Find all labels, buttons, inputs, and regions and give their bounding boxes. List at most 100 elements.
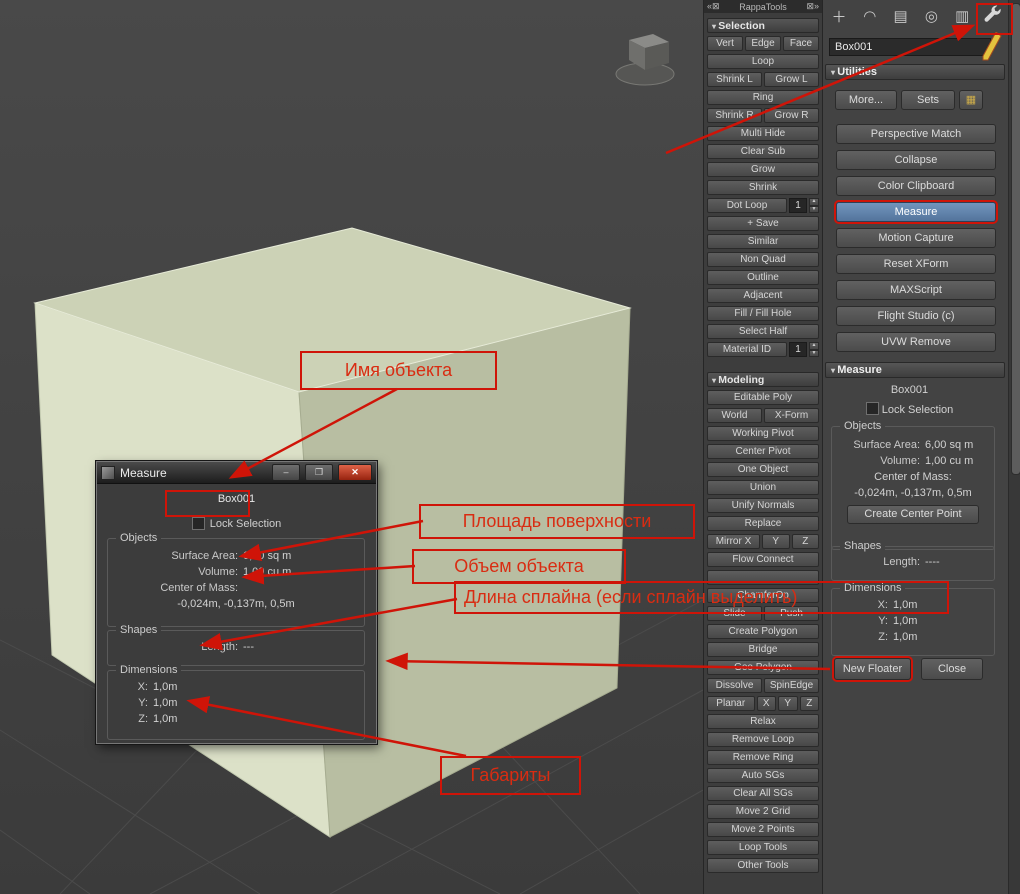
rt-button-spinedge[interactable]: SpinEdge	[764, 678, 819, 693]
rt-button-grow-r[interactable]: Grow R	[764, 108, 819, 123]
configure-button-sets-icon[interactable]: ▦	[959, 90, 983, 110]
rt-button-y[interactable]: Y	[762, 534, 790, 549]
rt-button-x-form[interactable]: X-Form	[764, 408, 819, 423]
hierarchy-icon[interactable]: ▤	[889, 7, 913, 25]
rt-button-adjacent[interactable]: Adjacent	[707, 288, 819, 303]
rt-button-remove-ring[interactable]: Remove Ring	[707, 750, 819, 765]
lock-selection-checkbox[interactable]	[191, 517, 205, 530]
rt-button-non-quad[interactable]: Non Quad	[707, 252, 819, 267]
rt-button-geo-polygon[interactable]: Geo Polygon	[707, 660, 819, 675]
object-name-field[interactable]	[829, 38, 991, 56]
rt-button-bridge[interactable]: Bridge	[707, 642, 819, 657]
maximize-button[interactable]: ❒	[305, 464, 333, 481]
rt-button-shrink-l[interactable]: Shrink L	[707, 72, 762, 87]
utility-button-reset-xform[interactable]: Reset XForm	[836, 254, 996, 274]
rt-button-other-tools[interactable]: Other Tools	[707, 858, 819, 873]
rt-button-flow-connect[interactable]: Flow Connect	[707, 552, 819, 567]
rt-button-shrink-r[interactable]: Shrink R	[707, 108, 762, 123]
rt-button-select-half[interactable]: Select Half	[707, 324, 819, 339]
rt-button-y[interactable]: Y	[778, 696, 798, 711]
rappatools-left-icons[interactable]: «⊠	[707, 1, 720, 12]
rt-button-move-2-points[interactable]: Move 2 Points	[707, 822, 819, 837]
section-header-modeling[interactable]: Modeling	[707, 372, 819, 387]
rt-button-one-object[interactable]: One Object	[707, 462, 819, 477]
rt-button-working-pivot[interactable]: Working Pivot	[707, 426, 819, 441]
rollout-volume-value: 1,00 cu m	[925, 455, 974, 467]
utility-button-maxscript[interactable]: MAXScript	[836, 280, 996, 300]
rt-button-auto-sgs[interactable]: Auto SGs	[707, 768, 819, 783]
rt-button-similar[interactable]: Similar	[707, 234, 819, 249]
viewport[interactable]: x	[0, 0, 703, 894]
rt-button-edge[interactable]: Edge	[745, 36, 781, 51]
rt-button-move-2-grid[interactable]: Move 2 Grid	[707, 804, 819, 819]
measure-rollout-header[interactable]: Measure	[825, 362, 1005, 378]
more-button[interactable]: More...	[835, 90, 897, 110]
rt-button-face[interactable]: Face	[783, 36, 819, 51]
display-icon[interactable]: ▥	[950, 7, 974, 25]
rt-button-outline[interactable]: Outline	[707, 270, 819, 285]
rt-button-clear-all-sgs[interactable]: Clear All SGs	[707, 786, 819, 801]
utility-button-color-clipboard[interactable]: Color Clipboard	[836, 176, 996, 196]
dim-x-label: X:	[137, 681, 148, 693]
rappatools-titlebar[interactable]: «⊠ RappaTools ⊠»	[704, 0, 822, 13]
rt-button-planar[interactable]: Planar	[707, 696, 755, 711]
utility-button-collapse[interactable]: Collapse	[836, 150, 996, 170]
sets-button[interactable]: Sets	[901, 90, 955, 110]
rt-button-material-id[interactable]: Material ID	[707, 342, 787, 357]
modify-icon[interactable]: ◠	[858, 7, 882, 25]
panel-scrollbar[interactable]	[1008, 0, 1020, 894]
rt-button-world[interactable]: World	[707, 408, 762, 423]
rt-button-editable-poly[interactable]: Editable Poly	[707, 390, 819, 405]
utility-button-uvw-remove[interactable]: UVW Remove	[836, 332, 996, 352]
dot-loop-value[interactable]: 1	[789, 198, 807, 213]
utilities-rollout-header[interactable]: Utilities	[825, 64, 1005, 80]
rt-button-unify-normals[interactable]: Unify Normals	[707, 498, 819, 513]
scrollbar-thumb[interactable]	[1011, 3, 1020, 475]
dim-z-label: Z:	[138, 713, 148, 725]
material-id-value[interactable]: 1	[789, 342, 807, 357]
utility-button-motion-capture[interactable]: Motion Capture	[836, 228, 996, 248]
highlight-box-wrench	[976, 3, 1013, 35]
create-center-point-button[interactable]: Create Center Point	[847, 505, 979, 524]
rt-button-union[interactable]: Union	[707, 480, 819, 495]
rt-button-remove-loop[interactable]: Remove Loop	[707, 732, 819, 747]
utility-button-perspective-match[interactable]: Perspective Match	[836, 124, 996, 144]
rt-button-center-pivot[interactable]: Center Pivot	[707, 444, 819, 459]
section-header-selection[interactable]: Selection	[707, 18, 819, 33]
rt-button-create-polygon[interactable]: Create Polygon	[707, 624, 819, 639]
rt-button-x[interactable]: X	[756, 696, 776, 711]
close-button[interactable]: Close	[921, 658, 983, 680]
rollout-lock-selection-checkbox[interactable]	[865, 402, 879, 415]
rt-button-dissolve[interactable]: Dissolve	[707, 678, 762, 693]
rt-button-multi-hide[interactable]: Multi Hide	[707, 126, 819, 141]
dot-loop-spinner[interactable]: ▲ ▼	[809, 198, 819, 213]
rt-button-dot-loop[interactable]: Dot Loop	[707, 198, 787, 213]
rt-button-shrink[interactable]: Shrink	[707, 180, 819, 195]
motion-icon[interactable]: ◎	[919, 7, 943, 25]
utility-button-measure[interactable]: Measure	[836, 202, 996, 222]
rt-button-save[interactable]: + Save	[707, 216, 819, 231]
minimize-button[interactable]: –	[272, 464, 300, 481]
command-panel: ＋ ◠ ▤ ◎ ▥ Utilities More... Sets ▦ Perspecti…	[822, 0, 1008, 894]
new-floater-button[interactable]: New Floater	[834, 658, 911, 680]
rt-button-loop[interactable]: Loop	[707, 54, 819, 69]
rt-button-mirror-x[interactable]: Mirror X	[707, 534, 760, 549]
rt-button-relax[interactable]: Relax	[707, 714, 819, 729]
rt-button-replace[interactable]: Replace	[707, 516, 819, 531]
rt-button-z[interactable]: Z	[799, 696, 819, 711]
rt-button-clear-sub[interactable]: Clear Sub	[707, 144, 819, 159]
utility-button-flight-studio-c[interactable]: Flight Studio (c)	[836, 306, 996, 326]
rt-button-grow-l[interactable]: Grow L	[764, 72, 819, 87]
rt-button-loop-tools[interactable]: Loop Tools	[707, 840, 819, 855]
dialog-titlebar[interactable]: Measure – ❒ ✕	[97, 462, 376, 484]
material-id-spinner[interactable]: ▲ ▼	[809, 342, 819, 357]
rt-button-grow[interactable]: Grow	[707, 162, 819, 177]
rappatools-right-icons[interactable]: ⊠»	[806, 1, 819, 12]
rt-button-ring[interactable]: Ring	[707, 90, 819, 105]
close-icon[interactable]: ✕	[338, 464, 372, 481]
rt-button-vert[interactable]: Vert	[707, 36, 743, 51]
create-icon[interactable]: ＋	[827, 6, 851, 27]
rt-button-z[interactable]: Z	[791, 534, 819, 549]
objects-group: Objects Surface Area: 6,00 sq m Volume: 1,…	[107, 532, 365, 627]
rt-button-fill-fill-hole[interactable]: Fill / Fill Hole	[707, 306, 819, 321]
